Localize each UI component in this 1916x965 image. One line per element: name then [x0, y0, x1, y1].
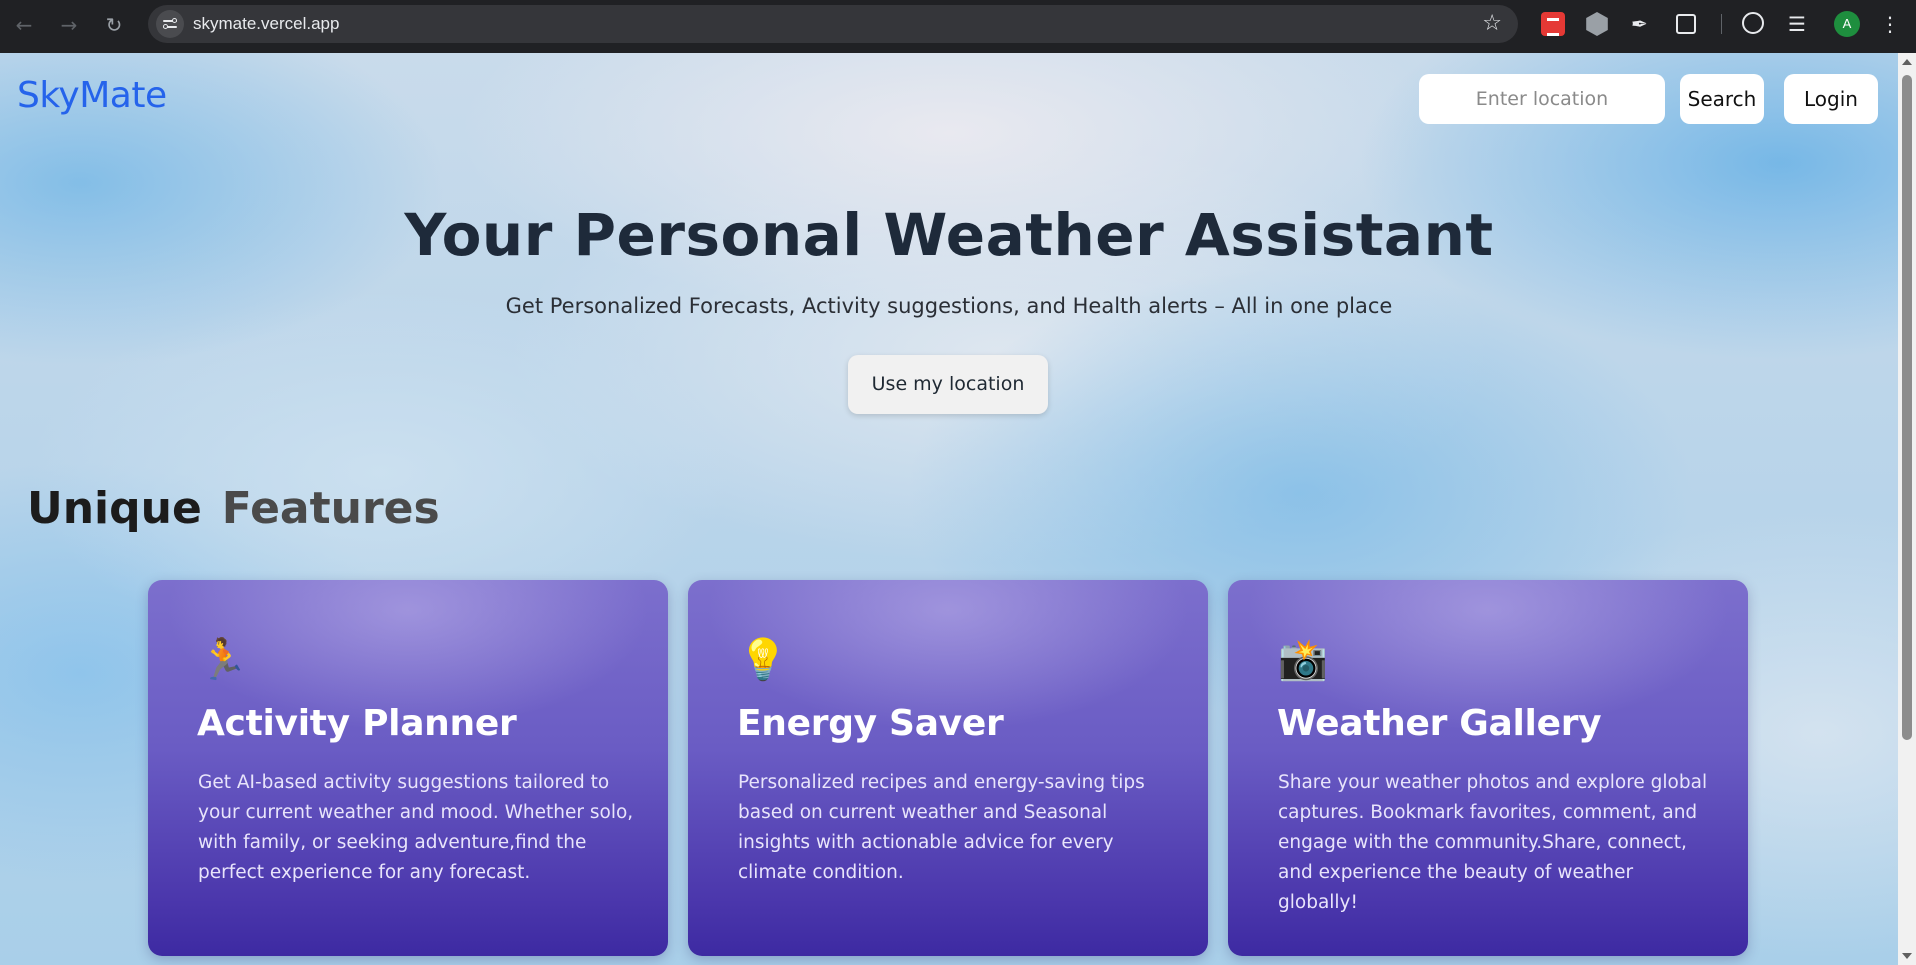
feature-card-description: Get AI-based activity suggestions tailor… — [198, 772, 634, 883]
hexagon-extension-icon[interactable] — [1586, 12, 1608, 36]
address-bar[interactable]: skymate.vercel.app ☆ — [148, 5, 1518, 43]
bookmark-star-icon[interactable]: ☆ — [1482, 11, 1502, 37]
features-heading-word1: Unique — [27, 483, 202, 534]
eyedropper-extension-icon[interactable]: ✒ — [1631, 12, 1655, 36]
hero-subtitle: Get Personalized Forecasts, Activity sug… — [505, 294, 1393, 318]
feature-card-description: Share your weather photos and explore gl… — [1278, 772, 1708, 913]
site-logo[interactable]: SkyMate — [17, 75, 167, 116]
feature-card-energy-saver[interactable]: 💡 Energy Saver Personalized recipes and … — [688, 580, 1208, 956]
hero-title: Your Personal Weather Assistant — [404, 201, 1494, 269]
feature-card-title: Weather Gallery — [1277, 703, 1602, 744]
url-text[interactable]: skymate.vercel.app — [193, 5, 339, 43]
camera-flash-icon: 📸 — [1278, 637, 1328, 683]
reload-icon[interactable]: ↻ — [101, 12, 127, 38]
profile-avatar[interactable]: A — [1834, 11, 1860, 37]
light-bulb-icon: 💡 — [738, 637, 788, 683]
browser-toolbar: ← → ↻ skymate.vercel.app ☆ ✒ ☰ A ⋮ — [0, 0, 1916, 53]
page-viewport: SkyMate Search Login Your Personal Weath… — [0, 53, 1898, 965]
scroll-down-arrow-icon[interactable] — [1902, 953, 1912, 959]
extensions-puzzle-icon[interactable] — [1676, 14, 1696, 34]
forward-icon[interactable]: → — [56, 12, 82, 38]
use-my-location-button[interactable]: Use my location — [848, 355, 1048, 414]
todoist-extension-icon[interactable] — [1541, 12, 1565, 36]
feature-card-description: Personalized recipes and energy-saving t… — [738, 772, 1145, 883]
feature-card-title: Activity Planner — [197, 703, 517, 744]
performance-icon[interactable] — [1742, 12, 1764, 34]
toolbar-divider — [1721, 14, 1722, 34]
feature-card-activity-planner[interactable]: 🏃 Activity Planner Get AI-based activity… — [148, 580, 668, 956]
search-button[interactable]: Search — [1680, 74, 1764, 124]
feature-card-title: Energy Saver — [737, 703, 1004, 744]
back-icon[interactable]: ← — [11, 12, 37, 38]
features-heading: Unique Features — [27, 483, 440, 534]
running-person-icon: 🏃 — [198, 637, 248, 683]
scrollbar-thumb[interactable] — [1902, 75, 1912, 740]
scroll-up-arrow-icon[interactable] — [1902, 59, 1912, 65]
vertical-scrollbar[interactable] — [1898, 53, 1916, 965]
kebab-menu-icon[interactable]: ⋮ — [1880, 12, 1900, 36]
location-search-input[interactable] — [1419, 74, 1665, 124]
features-heading-word2: Features — [221, 483, 440, 534]
login-button[interactable]: Login — [1784, 74, 1878, 124]
media-queue-icon[interactable]: ☰ — [1788, 12, 1812, 36]
site-info-icon[interactable] — [156, 10, 184, 38]
feature-card-weather-gallery[interactable]: 📸 Weather Gallery Share your weather pho… — [1228, 580, 1748, 956]
